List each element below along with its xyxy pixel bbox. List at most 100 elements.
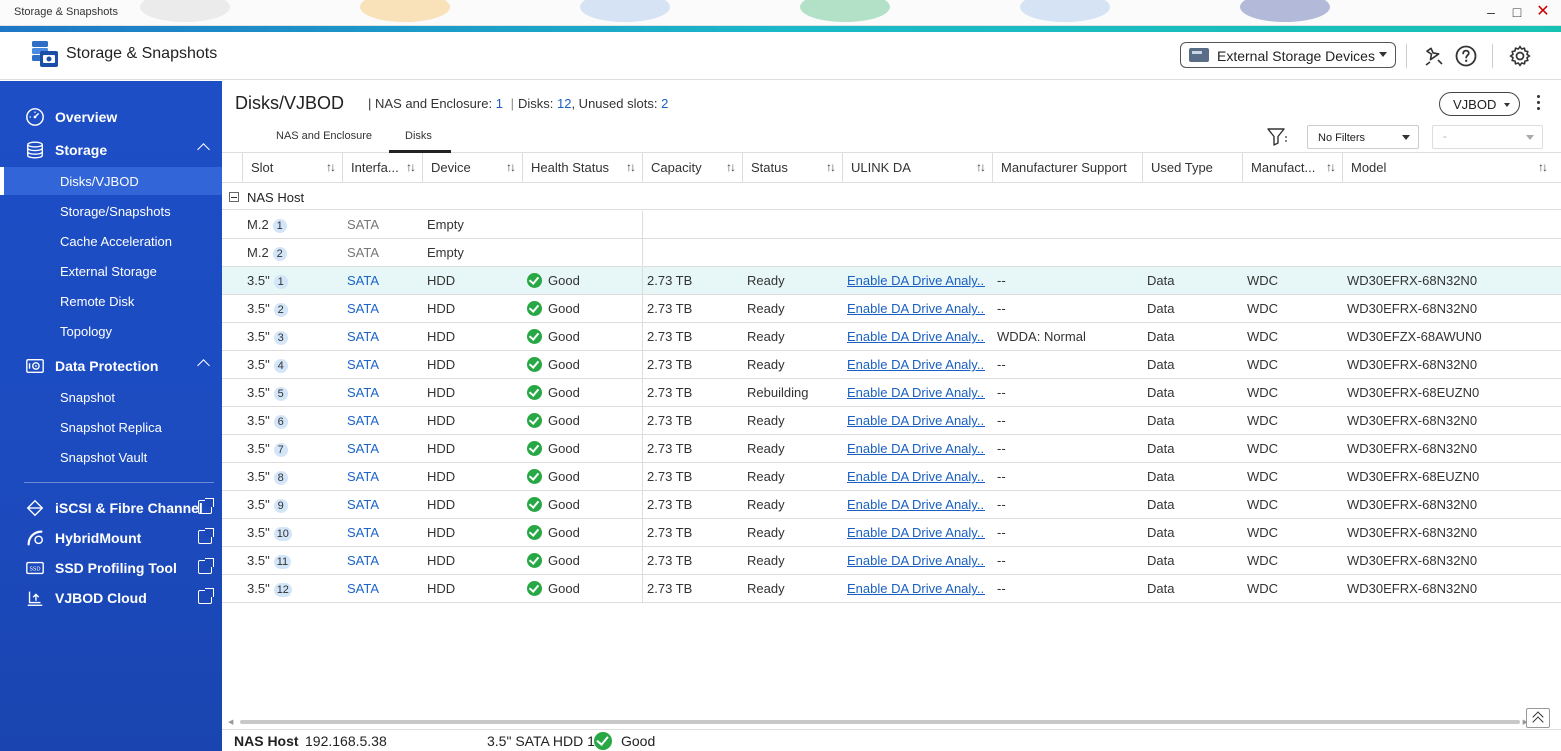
health-text: Good bbox=[548, 385, 580, 400]
sidebar-item-iscsi[interactable]: iSCSI & Fibre Channel bbox=[0, 494, 222, 522]
vjbod-button[interactable]: VJBOD bbox=[1439, 92, 1520, 116]
tab-nas-enclosure[interactable]: NAS and Enclosure bbox=[276, 130, 372, 142]
sort-icon[interactable]: ↑↓ bbox=[726, 160, 736, 174]
sidebar-item-snapshot-vault[interactable]: Snapshot Vault bbox=[0, 443, 222, 471]
group-row-nas-host[interactable]: NAS Host bbox=[222, 184, 1561, 210]
sort-icon[interactable]: ↑↓ bbox=[326, 160, 336, 174]
column-header-manufacturer-support[interactable]: Manufacturer Support bbox=[992, 153, 1142, 183]
sidebar-item-data-protection[interactable]: Data Protection bbox=[0, 352, 222, 380]
sidebar-item-topology[interactable]: Topology bbox=[0, 317, 222, 345]
table-row[interactable]: 3.5" 6 SATA HDD Good 2.73 TB Ready Enable DA Dr… bbox=[222, 407, 1561, 435]
table-row[interactable]: 3.5" 7 SATA HDD Good 2.73 TB Ready Enable DA Dr… bbox=[222, 435, 1561, 463]
table-row[interactable]: 3.5" 4 SATA HDD Good 2.73 TB Ready Enable DA Dr… bbox=[222, 351, 1561, 379]
table-row[interactable]: 3.5" 2 SATA HDD Good 2.73 TB Ready Enable DA Dr… bbox=[222, 295, 1561, 323]
enable-da-link[interactable]: Enable DA Drive Analy... bbox=[847, 273, 985, 288]
sidebar-item-remote-disk[interactable]: Remote Disk bbox=[0, 287, 222, 315]
sidebar-item-storage[interactable]: Storage bbox=[0, 136, 222, 164]
horizontal-scrollbar[interactable]: ◀ ▶ bbox=[228, 717, 1528, 726]
sort-icon[interactable]: ↑↓ bbox=[976, 160, 986, 174]
filter-select[interactable]: No Filters bbox=[1307, 125, 1419, 149]
table-row[interactable]: M.2 2 SATA Empty bbox=[222, 239, 1561, 267]
column-header-manufacturer[interactable]: Manufact... ↑↓ bbox=[1242, 153, 1342, 183]
settings-icon[interactable] bbox=[1508, 44, 1532, 68]
column-header-device[interactable]: Device ↑↓ bbox=[422, 153, 522, 183]
enable-da-link[interactable]: Enable DA Drive Analy... bbox=[847, 525, 985, 540]
sidebar-item-overview[interactable]: Overview bbox=[0, 103, 222, 131]
pin-tool-icon[interactable] bbox=[1422, 44, 1446, 68]
status-cell: Ready bbox=[747, 553, 785, 568]
sort-icon[interactable]: ↑↓ bbox=[1538, 160, 1548, 174]
enable-da-link[interactable]: Enable DA Drive Analy... bbox=[847, 329, 985, 344]
table-row[interactable]: M.2 1 SATA Empty bbox=[222, 211, 1561, 239]
sidebar-item-cache-acceleration[interactable]: Cache Acceleration bbox=[0, 227, 222, 255]
enable-da-link[interactable]: Enable DA Drive Analy... bbox=[847, 497, 985, 512]
table-row[interactable]: 3.5" 12 SATA HDD Good 2.73 TB Ready Enable DA D… bbox=[222, 575, 1561, 603]
sidebar-item-ssd-profiling[interactable]: SSD SSD Profiling Tool bbox=[0, 554, 222, 582]
sidebar-item-external-storage[interactable]: External Storage bbox=[0, 257, 222, 285]
interface-cell[interactable]: SATA bbox=[347, 497, 379, 512]
enable-da-link[interactable]: Enable DA Drive Analy... bbox=[847, 385, 985, 400]
collapse-panel-button[interactable] bbox=[1526, 708, 1550, 728]
sidebar-item-storage-snapshots[interactable]: Storage/Snapshots bbox=[0, 197, 222, 225]
interface-cell[interactable]: SATA bbox=[347, 525, 379, 540]
minimize-icon[interactable]: – bbox=[1483, 4, 1499, 20]
table-row[interactable]: 3.5" 9 SATA HDD Good 2.73 TB Ready Enable DA Dr… bbox=[222, 491, 1561, 519]
table-row[interactable]: 3.5" 8 SATA HDD Good 2.73 TB Ready Enable DA Dr… bbox=[222, 463, 1561, 491]
enable-da-link[interactable]: Enable DA Drive Analy... bbox=[847, 413, 985, 428]
collapse-toggle-icon[interactable] bbox=[229, 192, 239, 202]
sort-icon[interactable]: ↑↓ bbox=[506, 160, 516, 174]
column-header-status[interactable]: Status ↑↓ bbox=[742, 153, 842, 183]
table-row[interactable]: 3.5" 3 SATA HDD Good 2.73 TB Ready Enable DA Dr… bbox=[222, 323, 1561, 351]
interface-cell[interactable]: SATA bbox=[347, 469, 379, 484]
interface-cell[interactable]: SATA bbox=[347, 357, 379, 372]
sort-icon[interactable]: ↑↓ bbox=[626, 160, 636, 174]
chevron-up-icon[interactable] bbox=[197, 359, 210, 372]
column-header-health-status[interactable]: Health Status ↑↓ bbox=[522, 153, 642, 183]
column-header-ulink-da[interactable]: ULINK DA ↑↓ bbox=[842, 153, 992, 183]
table-row[interactable]: 3.5" 1 SATA HDD Good 2.73 TB Ready Enable DA Dr… bbox=[222, 267, 1561, 295]
external-storage-devices-dropdown[interactable]: External Storage Devices bbox=[1180, 42, 1396, 68]
table-row[interactable]: 3.5" 5 SATA HDD Good 2.73 TB Rebuilding Enable … bbox=[222, 379, 1561, 407]
enable-da-link[interactable]: Enable DA Drive Analy... bbox=[847, 357, 985, 372]
interface-cell[interactable]: SATA bbox=[347, 581, 379, 596]
column-header-slot[interactable]: Slot ↑↓ bbox=[242, 153, 342, 183]
slot-cell: 3.5" 2 bbox=[247, 301, 288, 317]
close-icon[interactable]: ✕ bbox=[1535, 4, 1551, 20]
column-header-model[interactable]: Model ↑↓ bbox=[1342, 153, 1554, 183]
maximize-icon[interactable]: □ bbox=[1509, 4, 1525, 20]
table-row[interactable]: 3.5" 11 SATA HDD Good 2.73 TB Ready Enable DA D… bbox=[222, 547, 1561, 575]
column-header-interface[interactable]: Interfa... ↑↓ bbox=[342, 153, 422, 183]
tab-disks[interactable]: Disks bbox=[405, 130, 432, 142]
chevron-up-icon[interactable] bbox=[197, 143, 210, 156]
enable-da-link[interactable]: Enable DA Drive Analy... bbox=[847, 441, 985, 456]
scrollbar-thumb[interactable] bbox=[240, 720, 1520, 724]
interface-cell[interactable]: SATA bbox=[347, 301, 379, 316]
interface-cell[interactable]: SATA bbox=[347, 385, 379, 400]
scroll-left-icon[interactable]: ◀ bbox=[228, 718, 233, 726]
interface-cell[interactable]: SATA bbox=[347, 553, 379, 568]
filter-icon[interactable] bbox=[1267, 128, 1287, 146]
enable-da-link[interactable]: Enable DA Drive Analy... bbox=[847, 469, 985, 484]
column-header-used-type[interactable]: Used Type bbox=[1142, 153, 1242, 183]
sort-icon[interactable]: ↑↓ bbox=[406, 160, 416, 174]
interface-cell[interactable]: SATA bbox=[347, 441, 379, 456]
table-row[interactable]: 3.5" 10 SATA HDD Good 2.73 TB Ready Enable DA D… bbox=[222, 519, 1561, 547]
help-icon[interactable] bbox=[1454, 44, 1478, 68]
sidebar-item-hybridmount[interactable]: HybridMount bbox=[0, 524, 222, 552]
sidebar-item-disks-vjbod[interactable]: Disks/VJBOD bbox=[0, 167, 222, 195]
used-type-cell: Data bbox=[1147, 441, 1175, 456]
sort-icon[interactable]: ↑↓ bbox=[1326, 160, 1336, 174]
enable-da-link[interactable]: Enable DA Drive Analy... bbox=[847, 553, 985, 568]
interface-cell[interactable]: SATA bbox=[347, 273, 379, 288]
sidebar-item-snapshot[interactable]: Snapshot bbox=[0, 383, 222, 411]
interface-cell[interactable]: SATA bbox=[347, 329, 379, 344]
enable-da-link[interactable]: Enable DA Drive Analy... bbox=[847, 581, 985, 596]
secondary-filter-select[interactable]: - bbox=[1432, 125, 1543, 149]
sidebar-item-vjbod-cloud[interactable]: VJBOD Cloud bbox=[0, 584, 222, 612]
column-header-capacity[interactable]: Capacity ↑↓ bbox=[642, 153, 742, 183]
more-options-icon[interactable] bbox=[1535, 95, 1541, 113]
interface-cell[interactable]: SATA bbox=[347, 413, 379, 428]
enable-da-link[interactable]: Enable DA Drive Analy... bbox=[847, 301, 985, 316]
sidebar-item-snapshot-replica[interactable]: Snapshot Replica bbox=[0, 413, 222, 441]
sort-icon[interactable]: ↑↓ bbox=[826, 160, 836, 174]
